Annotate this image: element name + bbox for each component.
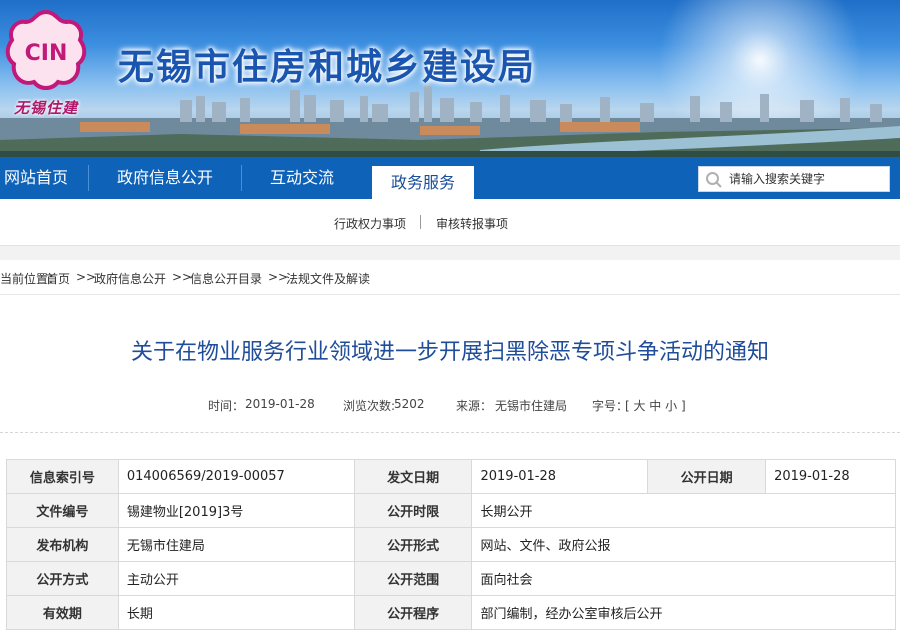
- table-row: 信息索引号 014006569/2019-00057 发文日期 2019-01-…: [6, 459, 896, 494]
- table-value: 锡建物业[2019]3号: [117, 493, 355, 528]
- meta-divider: [0, 432, 900, 433]
- table-value: 2019-01-28: [765, 459, 896, 494]
- table-value: 长期: [117, 595, 355, 630]
- breadcrumb-item-catalog[interactable]: 信息公开目录: [190, 270, 262, 287]
- section-gap: [0, 246, 900, 260]
- table-key: 公开形式: [353, 527, 473, 562]
- subnav-item-admin-power[interactable]: 行政权力事项: [334, 215, 406, 232]
- table-value: 无锡市住建局: [117, 527, 355, 562]
- table-value: 014006569/2019-00057: [117, 459, 355, 494]
- meta-views-label: 浏览次数:: [343, 399, 396, 413]
- table-key: 公开范围: [353, 561, 473, 596]
- breadcrumb: 您当前位置： 首页 >> 政府信息公开 >> 信息公开目录 >> 法规文件及解读: [0, 260, 900, 295]
- table-value: 部门编制，经办公室审核后公开: [471, 595, 896, 630]
- meta-time: 2019-01-28: [245, 397, 315, 411]
- logo-text: CIN: [25, 41, 68, 66]
- search-icon[interactable]: [705, 171, 723, 189]
- table-value: 长期公开: [471, 493, 896, 528]
- table-key: 发文日期: [353, 459, 473, 494]
- table-value: 网站、文件、政府公报: [471, 527, 896, 562]
- table-row: 公开方式 主动公开 公开范围 面向社会: [6, 561, 896, 596]
- nav-item-home[interactable]: 网站首页: [0, 157, 88, 199]
- search-placeholder: 请输入搜索关键字: [729, 172, 826, 186]
- nav-item-gov-info[interactable]: 政府信息公开: [89, 157, 241, 199]
- table-row: 文件编号 锡建物业[2019]3号 公开时限 长期公开: [6, 493, 896, 528]
- table-key: 文件编号: [6, 493, 119, 528]
- table-row: 发布机构 无锡市住建局 公开形式 网站、文件、政府公报: [6, 527, 896, 562]
- header-banner: CIN 无锡住建 无锡市住房和城乡建设局: [0, 0, 900, 157]
- site-title: 无锡市住房和城乡建设局: [118, 46, 537, 88]
- breadcrumb-item-gov-info[interactable]: 政府信息公开: [94, 270, 166, 287]
- meta-time-label: 时间：: [208, 399, 245, 413]
- subnav-divider: [420, 215, 421, 229]
- breadcrumb-item-regulations[interactable]: 法规文件及解读: [286, 270, 370, 287]
- table-key: 公开方式: [6, 561, 119, 596]
- info-table: 信息索引号 014006569/2019-00057 发文日期 2019-01-…: [6, 459, 896, 630]
- table-key: 信息索引号: [6, 459, 119, 494]
- breadcrumb-item-home[interactable]: 首页: [46, 270, 70, 287]
- subnav-item-review-report[interactable]: 审核转报事项: [436, 215, 508, 232]
- meta-source: 无锡市住建局: [495, 399, 568, 413]
- meta-font-label: 字号：: [592, 399, 629, 413]
- sub-nav: 行政权力事项 审核转报事项: [0, 199, 900, 246]
- nav-item-interaction[interactable]: 互动交流: [242, 157, 362, 199]
- table-key: 发布机构: [6, 527, 119, 562]
- nav-item-gov-service[interactable]: 政务服务: [372, 163, 474, 202]
- meta-views: 5202: [394, 397, 425, 411]
- font-size-switch[interactable]: [ 大 中 小 ]: [625, 397, 686, 414]
- table-key: 公开时限: [353, 493, 473, 528]
- table-value: 面向社会: [471, 561, 896, 596]
- table-value: 2019-01-28: [471, 459, 649, 494]
- logo-script-text: 无锡住建: [14, 99, 79, 117]
- table-value: 主动公开: [117, 561, 355, 596]
- cin-logo: CIN: [5, 9, 87, 90]
- table-key: 公开程序: [353, 595, 473, 630]
- table-key: 有效期: [6, 595, 119, 630]
- article-title: 关于在物业服务行业领域进一步开展扫黑除恶专项斗争活动的通知: [130, 340, 769, 365]
- meta-source-label: 来源：: [456, 399, 493, 413]
- search-input[interactable]: 请输入搜索关键字: [698, 166, 890, 192]
- table-row: 有效期 长期 公开程序 部门编制，经办公室审核后公开: [6, 595, 896, 630]
- table-key: 公开日期: [647, 459, 767, 494]
